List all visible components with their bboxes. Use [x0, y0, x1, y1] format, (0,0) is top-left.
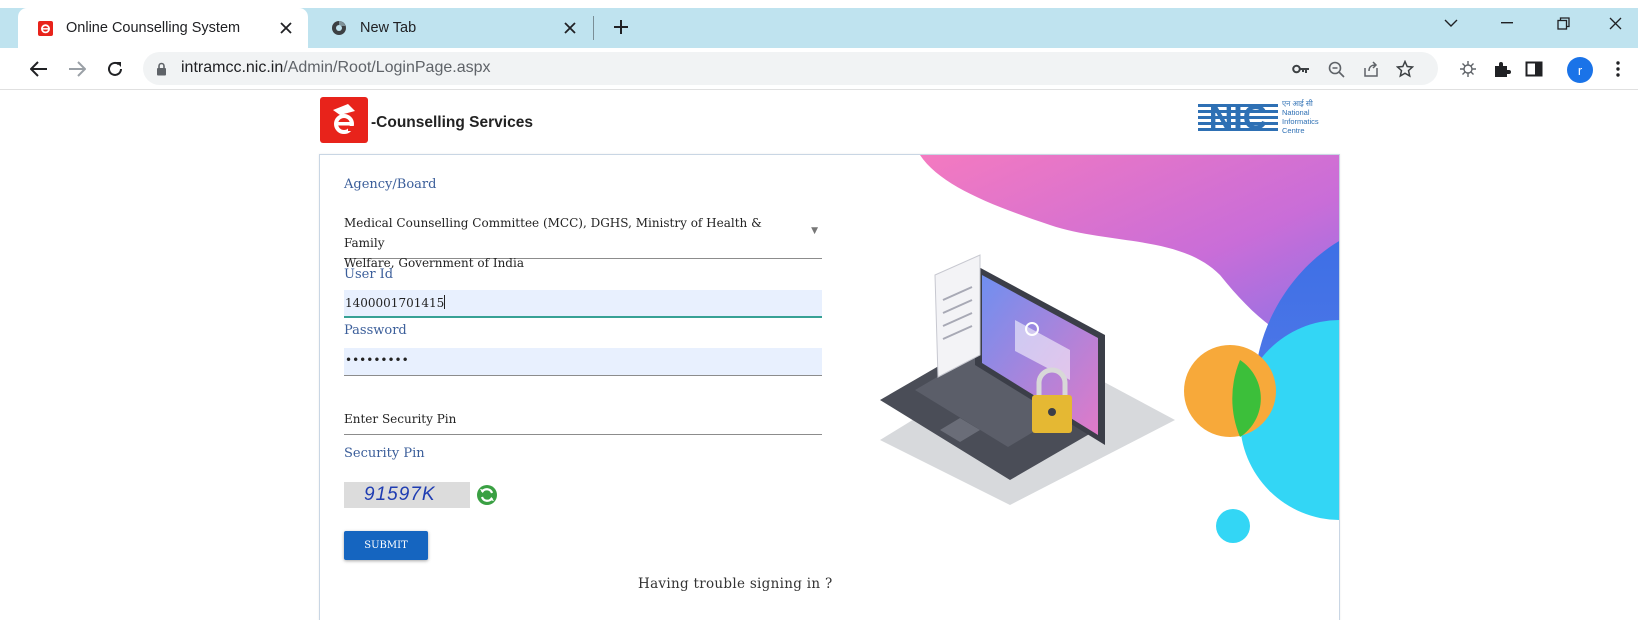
zoom-icon[interactable]	[1325, 58, 1347, 80]
tab-separator	[593, 16, 594, 40]
refresh-captcha-button[interactable]	[475, 483, 499, 507]
more-menu-icon[interactable]	[1606, 57, 1630, 81]
refresh-icon	[477, 485, 497, 505]
e-counselling-favicon-icon	[37, 20, 53, 36]
agency-value-line1: Medical Counselling Committee (MCC), DGH…	[344, 216, 762, 250]
nic-line3: Centre	[1282, 126, 1305, 135]
login-illustration	[880, 155, 1339, 543]
back-arrow-icon	[30, 61, 47, 77]
e-counselling-logo	[320, 97, 368, 143]
nic-logo-icon: NIC	[1198, 100, 1278, 134]
restore-button[interactable]	[1540, 6, 1586, 40]
restore-icon	[1556, 16, 1570, 30]
nic-line1: National	[1282, 108, 1310, 117]
reload-button[interactable]	[100, 54, 130, 84]
extensions-puzzle-icon[interactable]	[1490, 57, 1514, 81]
nic-letters: NIC	[1209, 100, 1268, 134]
close-tab-icon[interactable]	[274, 16, 298, 40]
new-tab-button[interactable]	[606, 12, 636, 42]
close-window-button[interactable]	[1592, 6, 1638, 40]
userid-input[interactable]: 1400001701415	[344, 290, 822, 318]
agency-value-line2: Welfare, Government of India	[344, 256, 524, 270]
security-pin-label: Security Pin	[344, 446, 425, 461]
password-input[interactable]: •••••••••	[344, 348, 822, 376]
profile-avatar[interactable]: r	[1567, 57, 1593, 83]
password-label: Password	[344, 323, 407, 338]
e-logo-icon	[333, 104, 356, 134]
minimize-button[interactable]	[1484, 6, 1530, 40]
close-icon	[1609, 17, 1621, 29]
small-cyan-dot-shape	[1216, 509, 1250, 543]
password-value: •••••••••	[345, 353, 409, 367]
userid-label: User Id	[344, 267, 394, 282]
e-counselling-brand[interactable]: -Counselling Services	[320, 97, 533, 143]
submit-button[interactable]: SUBMIT	[344, 531, 428, 560]
nic-logo: NIC एन आई सी National Informatics Centre	[1198, 98, 1319, 136]
orange-circle-shape	[1184, 345, 1276, 437]
agency-label: Agency/Board	[344, 177, 437, 192]
extension-bug-icon[interactable]	[1456, 57, 1480, 81]
chevron-down-icon	[1444, 19, 1458, 27]
url-text: intramcc.nic.in/Admin/Root/LoginPage.asp…	[181, 59, 491, 77]
nic-caption: एन आई सी National Informatics Centre	[1282, 99, 1319, 135]
bookmark-star-icon[interactable]	[1394, 58, 1416, 80]
plus-icon	[614, 20, 628, 34]
key-icon[interactable]	[1290, 58, 1312, 80]
agency-select[interactable]: Medical Counselling Committee (MCC), DGH…	[344, 213, 822, 270]
security-pin-placeholder: Enter Security Pin	[344, 412, 457, 426]
lock-icon[interactable]	[156, 61, 167, 80]
url-path: /Admin/Root/LoginPage.aspx	[283, 59, 491, 76]
reload-icon	[108, 61, 122, 76]
dropdown-caret-icon: ▼	[811, 226, 818, 236]
chrome-newtab-icon	[331, 20, 347, 36]
share-icon[interactable]	[1360, 58, 1382, 80]
browser-tabstrip: Online Counselling System New Tab	[0, 0, 1638, 48]
brand-name: -Counselling Services	[371, 114, 533, 131]
nic-line2: Informatics	[1282, 117, 1319, 126]
padlock-keyhole-shape	[1048, 408, 1056, 416]
captcha-image: 91597K	[344, 482, 470, 508]
close-tab-icon[interactable]	[558, 16, 582, 40]
tab-search-button[interactable]	[1428, 6, 1474, 40]
minimize-icon	[1501, 22, 1513, 24]
tab-new-tab[interactable]: New Tab	[312, 8, 592, 48]
forward-arrow-icon	[69, 61, 86, 77]
userid-value: 1400001701415	[345, 296, 445, 310]
security-pin-input[interactable]: Enter Security Pin	[344, 407, 822, 435]
url-host: intramcc.nic.in	[181, 59, 284, 76]
tab-title: New Tab	[360, 20, 417, 36]
nic-hindi: एन आई सी	[1282, 99, 1313, 108]
text-cursor	[444, 295, 446, 309]
back-button[interactable]	[24, 54, 54, 84]
forward-button[interactable]	[62, 54, 92, 84]
browser-toolbar: intramcc.nic.in/Admin/Root/LoginPage.asp…	[0, 48, 1638, 90]
tab-title: Online Counselling System	[66, 20, 241, 36]
document-shape	[934, 254, 981, 378]
address-bar[interactable]: intramcc.nic.in/Admin/Root/LoginPage.asp…	[143, 52, 1438, 85]
login-card: Agency/Board Medical Counselling Committ…	[319, 154, 1340, 620]
tab-online-counselling[interactable]: Online Counselling System	[18, 8, 308, 48]
trouble-signing-in-link[interactable]: Having trouble signing in ?	[638, 576, 833, 592]
side-panel-icon[interactable]	[1522, 57, 1546, 81]
